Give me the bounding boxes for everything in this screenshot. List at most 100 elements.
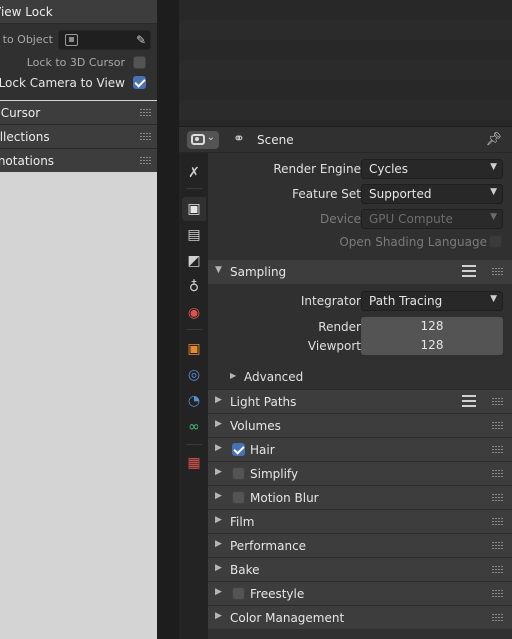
freestyle-checkbox[interactable]: [232, 587, 245, 600]
drag-grip-icon[interactable]: [492, 446, 503, 455]
eyedropper-icon[interactable]: ✎: [136, 33, 146, 47]
drag-grip-icon[interactable]: [492, 590, 503, 599]
device-dropdown[interactable]: GPU Compute ▼: [361, 209, 503, 229]
chevron-down-icon: ▼: [490, 212, 497, 222]
lock-to-object-row: Lock to Object ✎: [0, 29, 157, 51]
feature-set-dropdown[interactable]: Supported ▼: [361, 184, 503, 204]
chevron-right-icon: ▶: [215, 491, 222, 501]
pin-icon[interactable]: 📌︎: [485, 132, 502, 147]
tab-separator: [186, 329, 202, 330]
section-title: Bake: [230, 563, 260, 577]
properties-editor: ⌄ ⚭ Scene 📌︎ ✗ ▣ ▤ ◩ ♁ ◉ ▣ ◎ ◔ ∞ ▦ Rende…: [179, 126, 512, 639]
properties-editor-icon: [191, 134, 205, 145]
drag-grip-icon[interactable]: [492, 268, 503, 277]
panel-3d-cursor[interactable]: 3D Cursor: [0, 101, 157, 125]
outliner-area[interactable]: [179, 0, 512, 126]
viewport-samples-field[interactable]: 128: [361, 336, 503, 355]
render-engine-dropdown[interactable]: Cycles ▼: [361, 159, 503, 179]
chevron-right-icon: ▶: [215, 611, 222, 621]
object-icon: ▣: [187, 341, 201, 357]
lock-camera-label: Lock Camera to View: [0, 76, 125, 90]
integrator-dropdown[interactable]: Path Tracing ▼: [361, 291, 503, 311]
section-light-paths[interactable]: ▶ Light Paths: [208, 389, 512, 413]
section-sampling[interactable]: ▼ Sampling: [208, 260, 512, 284]
section-hair[interactable]: ▶ Hair: [208, 437, 512, 461]
editor-type-button[interactable]: ⌄: [187, 131, 219, 149]
section-simplify[interactable]: ▶ Simplify: [208, 461, 512, 485]
tab-physics[interactable]: ◔: [182, 389, 206, 413]
tab-texture[interactable]: ▦: [182, 451, 206, 475]
section-title: Hair: [250, 443, 275, 457]
tab-particles[interactable]: ◎: [182, 363, 206, 387]
section-performance[interactable]: ▶ Performance: [208, 533, 512, 557]
panel-annotations-title: Annotations: [0, 154, 55, 168]
section-title: Motion Blur: [250, 491, 319, 505]
feature-set-label: Feature Set: [292, 187, 361, 201]
panel-annotations[interactable]: Annotations: [0, 149, 157, 173]
tab-view-layer[interactable]: ◩: [182, 249, 206, 273]
drag-grip-icon[interactable]: [492, 614, 503, 623]
texture-icon: ▦: [187, 455, 201, 471]
hair-checkbox[interactable]: [232, 443, 245, 456]
chevron-right-icon: ▶: [215, 515, 222, 525]
drag-grip-icon[interactable]: [492, 470, 503, 479]
panel-collections[interactable]: Collections: [0, 125, 157, 149]
render-engine-value: Cycles: [369, 162, 409, 176]
tab-output[interactable]: ▤: [182, 223, 206, 247]
osl-checkbox[interactable]: [489, 235, 502, 248]
section-film[interactable]: ▶ Film: [208, 509, 512, 533]
panel-collections-title: Collections: [0, 130, 50, 144]
viewport-area[interactable]: [0, 172, 157, 639]
drag-grip-icon[interactable]: [492, 566, 503, 575]
device-label: Device: [319, 212, 361, 226]
tab-object-data[interactable]: ∞: [182, 415, 206, 439]
drag-grip-icon[interactable]: [492, 398, 503, 407]
section-volumes[interactable]: ▶ Volumes: [208, 413, 512, 437]
integrator-row: Integrator Path Tracing ▼: [208, 290, 512, 312]
drag-grip-icon[interactable]: [492, 542, 503, 551]
tab-render[interactable]: ▣: [182, 197, 206, 221]
tab-tool[interactable]: ✗: [182, 161, 206, 185]
drag-grip-icon[interactable]: [492, 494, 503, 503]
drag-grip-icon[interactable]: [492, 422, 503, 431]
section-bake[interactable]: ▶ Bake: [208, 557, 512, 581]
section-freestyle[interactable]: ▶ Freestyle: [208, 581, 512, 605]
area-divider[interactable]: [157, 0, 179, 639]
chevron-right-icon: ▶: [215, 563, 222, 573]
drag-grip-icon[interactable]: [140, 157, 151, 166]
chevron-right-icon: ▶: [215, 467, 222, 477]
section-motion-blur[interactable]: ▶ Motion Blur: [208, 485, 512, 509]
lock-camera-checkbox[interactable]: [133, 76, 146, 89]
drag-grip-icon[interactable]: [140, 109, 151, 118]
simplify-checkbox[interactable]: [232, 467, 245, 480]
view-lock-panel-header[interactable]: View Lock: [0, 0, 157, 24]
viewport-samples-label: Viewport: [307, 339, 361, 353]
data-icon: ∞: [188, 419, 200, 435]
tab-world[interactable]: ◉: [182, 301, 206, 325]
tab-scene[interactable]: ♁: [182, 275, 206, 299]
drag-grip-icon[interactable]: [140, 133, 151, 142]
viewport-sidebar: View Lock Lock to Object ✎ Lock to 3D Cu…: [0, 0, 157, 639]
lock-to-3d-cursor-label: Lock to 3D Cursor: [26, 56, 125, 69]
chevron-down-icon: ▼: [215, 265, 222, 275]
render-samples-field[interactable]: 128: [361, 317, 503, 336]
section-color-management[interactable]: ▶ Color Management: [208, 605, 512, 629]
lock-to-object-field[interactable]: ✎: [58, 30, 151, 50]
osl-label: Open Shading Language: [339, 235, 487, 249]
properties-tabs: ✗ ▣ ▤ ◩ ♁ ◉ ▣ ◎ ◔ ∞ ▦: [179, 153, 208, 639]
viewport-samples-row: Viewport 128: [208, 335, 512, 357]
list-icon[interactable]: [462, 265, 476, 277]
lock-to-3d-cursor-checkbox[interactable]: [133, 56, 146, 69]
tab-object[interactable]: ▣: [182, 337, 206, 361]
tab-separator: [186, 444, 202, 445]
motion-blur-checkbox[interactable]: [232, 491, 245, 504]
properties-header: ⌄ ⚭ Scene 📌︎: [179, 127, 512, 153]
printer-icon: ▤: [187, 227, 201, 243]
chevron-right-icon: ▶: [215, 419, 222, 429]
drag-grip-icon[interactable]: [492, 518, 503, 527]
blender-window: View Lock Lock to Object ✎ Lock to 3D Cu…: [0, 0, 512, 639]
chevron-down-icon: ▼: [490, 162, 497, 172]
list-icon[interactable]: [462, 395, 476, 407]
subsection-advanced-title: Advanced: [244, 370, 304, 384]
subsection-advanced[interactable]: ▶ Advanced: [208, 366, 512, 388]
